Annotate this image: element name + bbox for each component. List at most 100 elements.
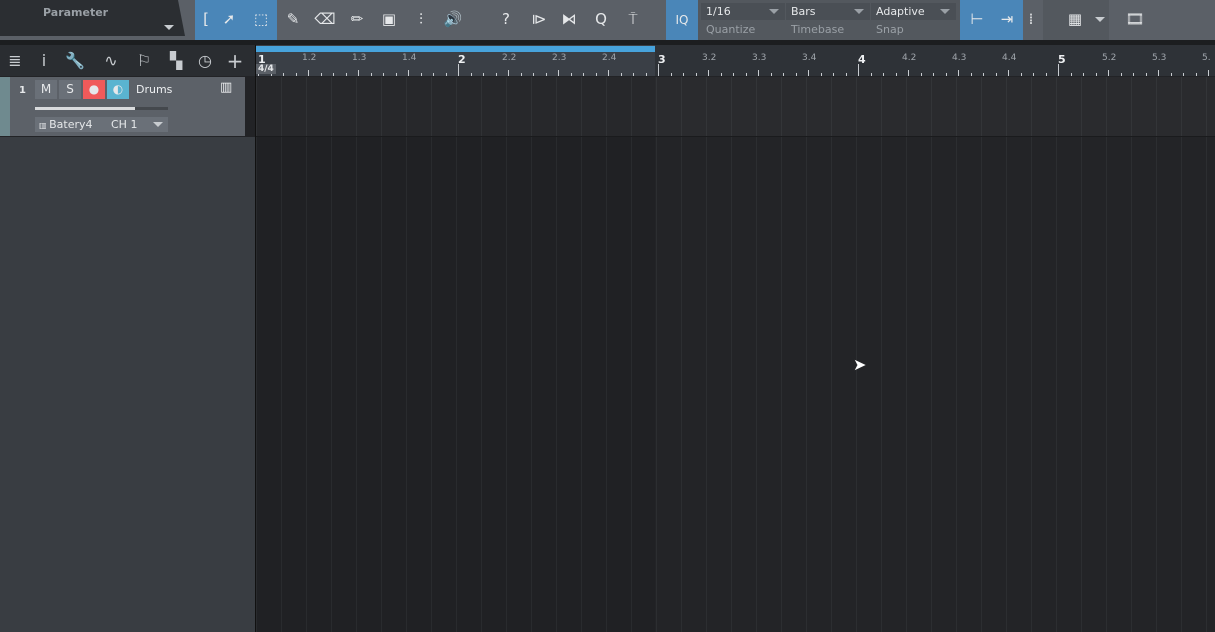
ruler-tick	[570, 73, 572, 76]
keyboard-icon: ▥	[39, 121, 50, 130]
paint-tool-icon[interactable]: ✏	[346, 8, 368, 30]
ruler-label: 4.4	[1002, 53, 1017, 63]
ruler-tick	[545, 73, 547, 76]
audio-quantize-icon[interactable]: ⧑	[558, 8, 580, 30]
ruler-tick	[470, 73, 472, 76]
ruler-tick	[495, 73, 497, 76]
ruler-tick	[958, 70, 959, 76]
track-color-strip[interactable]	[0, 77, 10, 136]
ruler-tick	[1195, 73, 1197, 76]
track-name[interactable]: Drums	[136, 83, 172, 96]
ruler-label: 2.3	[552, 53, 567, 63]
ruler-tick	[308, 70, 309, 76]
quantize-icon[interactable]: Q	[590, 8, 612, 30]
ruler-tick	[533, 73, 534, 76]
track-list-icon[interactable]: ≣	[4, 50, 26, 72]
instrument-dropdown[interactable]: ▥ Batery4	[35, 117, 107, 132]
metronome-icon[interactable]: ⍑	[622, 8, 644, 30]
arrow-tool-icon[interactable]: ➚	[218, 8, 240, 30]
marker-flag-icon[interactable]: ⚐	[133, 50, 155, 72]
snap-to-grid-icon[interactable]: ⊢	[966, 8, 988, 30]
ruler-tick	[608, 70, 609, 76]
bend-tool-icon[interactable]: ⫶	[410, 8, 432, 30]
volume-fill	[35, 107, 135, 110]
ruler-tick	[483, 73, 484, 76]
arranger-icon[interactable]: ▚	[165, 50, 187, 72]
track-lane[interactable]	[256, 77, 1215, 137]
quantize-label: Quantize	[706, 23, 756, 36]
ruler-tick	[720, 73, 722, 76]
mute-tool-icon[interactable]: ▣	[378, 8, 400, 30]
chevron-down-icon	[940, 9, 950, 14]
quantize-dropdown[interactable]: 1/16	[701, 3, 785, 20]
ruler-tick	[433, 73, 434, 76]
ruler-tick	[1183, 73, 1184, 76]
track-header[interactable]: 1 M S ● ◐ Drums ▥ ▥ Batery4 CH 1	[0, 77, 245, 136]
wrench-icon[interactable]: 🔧	[64, 50, 86, 72]
audio-bend-icon[interactable]: ⧐	[528, 8, 550, 30]
ruler-tick	[1008, 70, 1009, 76]
chevron-down-icon	[854, 9, 864, 14]
ruler-tick	[870, 73, 872, 76]
quantize-value: 1/16	[706, 5, 731, 18]
ruler-label: 5.	[1202, 53, 1211, 63]
ruler-tick	[420, 73, 422, 76]
ruler-tick	[383, 73, 384, 76]
range-tool-icon[interactable]: ⬚	[250, 8, 272, 30]
split-view-icon[interactable]: ⁞	[1024, 8, 1038, 30]
ruler-tick	[658, 64, 659, 76]
split-tool-icon[interactable]: ✎	[282, 8, 304, 30]
channel-dropdown[interactable]: CH 1	[107, 117, 168, 132]
tempo-icon[interactable]: ◷	[194, 50, 216, 72]
ruler-label: 2.4	[602, 53, 617, 63]
loop-shade	[256, 77, 655, 632]
volume-slider[interactable]	[35, 107, 168, 110]
ruler-tick	[745, 73, 747, 76]
ruler-tick	[945, 73, 947, 76]
ruler-tick	[845, 73, 847, 76]
ruler-tick	[370, 73, 372, 76]
parameter-panel[interactable]: Parameter	[0, 0, 185, 36]
snap-label: Snap	[876, 23, 904, 36]
timebase-dropdown[interactable]: Bars	[786, 3, 870, 20]
ruler-tick	[520, 73, 522, 76]
ruler-tick	[995, 73, 997, 76]
chevron-down-icon[interactable]	[164, 25, 174, 30]
ruler-tick	[633, 73, 634, 76]
track-list-empty	[0, 137, 255, 632]
ruler-tick	[1108, 70, 1109, 76]
inspector-icon[interactable]: i	[33, 50, 55, 72]
help-icon[interactable]: ?	[495, 8, 517, 30]
loop-bar[interactable]	[256, 46, 655, 52]
ruler-label: 1.3	[352, 53, 367, 63]
instrument-keyboard-icon[interactable]: ▥	[220, 80, 232, 95]
video-icon[interactable]: 🎞	[1124, 8, 1146, 30]
solo-button[interactable]: S	[59, 80, 81, 99]
ruler-tick	[733, 73, 734, 76]
chevron-down-icon[interactable]	[1095, 17, 1105, 22]
ruler-tick	[1145, 73, 1147, 76]
chevron-down-icon	[769, 9, 779, 14]
ruler-tick	[1158, 70, 1159, 76]
automation-icon[interactable]: ∿	[100, 50, 122, 72]
ruler-tick	[920, 73, 922, 76]
timeline-ruler[interactable]: 1 1.2 1.3 1.4 2 2.2 2.3 2.4 3 3.2 3.3 3.4 4 4.2 4.3 4.4…	[256, 45, 1215, 76]
grid-add-icon[interactable]: ▦	[1064, 8, 1086, 30]
mute-button[interactable]: M	[35, 80, 57, 99]
iq-button[interactable]: IQ	[666, 0, 698, 40]
time-signature[interactable]: 4/4	[256, 64, 276, 74]
ruler-tick	[983, 73, 984, 76]
add-track-icon[interactable]: +	[224, 50, 246, 72]
eraser-tool-icon[interactable]: ⌫	[314, 8, 336, 30]
snap-dropdown[interactable]: Adaptive	[871, 3, 956, 20]
timebase-label: Timebase	[791, 23, 845, 36]
listen-tool-icon[interactable]: 🔊	[442, 8, 464, 30]
ruler-label: 3	[658, 53, 666, 66]
record-button[interactable]: ●	[83, 80, 105, 99]
ruler-tick	[808, 70, 809, 76]
range-bracket-icon[interactable]: [	[195, 8, 217, 30]
toolbar: Parameter [ ➚ ⬚ ✎ ⌫ ✏ ▣ ⫶ 🔊 ? ⧐ ⧑ Q ⍑ IQ…	[0, 0, 1215, 40]
monitor-button[interactable]: ◐	[107, 80, 129, 99]
ruler-tick	[345, 73, 347, 76]
snap-to-cursor-icon[interactable]: ⇥	[996, 8, 1018, 30]
